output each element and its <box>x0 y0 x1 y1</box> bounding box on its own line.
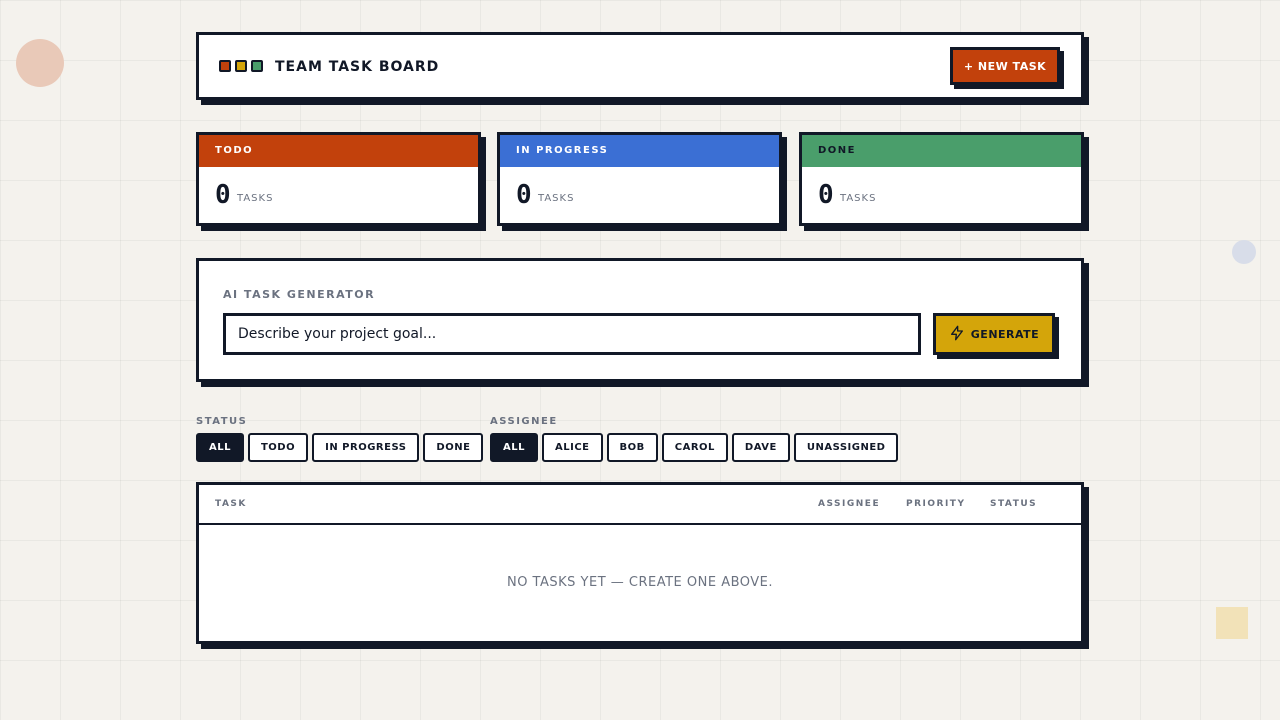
red-dot-icon <box>219 60 231 72</box>
window-dots <box>219 60 263 72</box>
column-header-priority[interactable]: PRIORITY <box>906 499 965 509</box>
status-filter-todo[interactable]: TODO <box>247 433 309 462</box>
decorative-circle <box>1232 240 1256 264</box>
generator-label: AI TASK GENERATOR <box>223 288 376 301</box>
project-goal-input[interactable] <box>223 313 921 355</box>
column-header-assignee[interactable]: ASSIGNEE <box>818 499 880 509</box>
stat-card-done: DONE 0 TASKS <box>799 132 1084 226</box>
assignee-filter-bob[interactable]: BOB <box>606 433 658 462</box>
column-header-status[interactable]: STATUS <box>990 499 1037 509</box>
stat-count: 0 <box>818 180 834 210</box>
stat-label: TODO <box>199 135 478 167</box>
empty-state-message: NO TASKS YET — CREATE ONE ABOVE. <box>506 575 774 590</box>
stat-unit: TASKS <box>538 193 575 204</box>
app-title: TEAM TASK BOARD <box>275 59 440 75</box>
status-filter: STATUS ALL TODO IN PROGRESS DONE <box>196 416 484 462</box>
stat-label: DONE <box>802 135 1081 167</box>
new-task-button[interactable]: + NEW TASK <box>950 47 1060 85</box>
generate-button-label: GENERATE <box>970 327 1040 341</box>
assignee-filter-all[interactable]: ALL <box>490 433 538 462</box>
status-filter-all[interactable]: ALL <box>196 433 244 462</box>
assignee-filter-carol[interactable]: CAROL <box>661 433 728 462</box>
column-header-task[interactable]: TASK <box>215 499 247 509</box>
assignee-filter-alice[interactable]: ALICE <box>541 433 603 462</box>
assignee-filter-label: ASSIGNEE <box>490 416 558 427</box>
ai-task-generator: AI TASK GENERATOR GENERATE <box>196 258 1084 382</box>
assignee-filter-unassigned[interactable]: UNASSIGNED <box>793 433 899 462</box>
generate-button[interactable]: GENERATE <box>933 313 1055 355</box>
stat-unit: TASKS <box>237 193 274 204</box>
assignee-filter-dave[interactable]: DAVE <box>731 433 790 462</box>
decorative-circle <box>16 39 64 87</box>
status-filter-label: STATUS <box>196 416 248 427</box>
green-dot-icon <box>251 60 263 72</box>
stat-unit: TASKS <box>840 193 877 204</box>
task-table: TASK ASSIGNEE PRIORITY STATUS NO TASKS Y… <box>196 482 1084 644</box>
stat-count: 0 <box>215 180 231 210</box>
stat-card-in-progress: IN PROGRESS 0 TASKS <box>497 132 782 226</box>
status-filter-in-progress[interactable]: IN PROGRESS <box>312 433 420 462</box>
table-header: TASK ASSIGNEE PRIORITY STATUS <box>199 485 1081 525</box>
decorative-square <box>1216 607 1248 639</box>
assignee-filter: ASSIGNEE ALL ALICE BOB CAROL DAVE UNASSI… <box>490 416 899 462</box>
yellow-dot-icon <box>235 60 247 72</box>
app-header: TEAM TASK BOARD + NEW TASK <box>196 32 1084 100</box>
status-filter-done[interactable]: DONE <box>423 433 484 462</box>
stat-card-todo: TODO 0 TASKS <box>196 132 481 226</box>
stat-label: IN PROGRESS <box>500 135 779 167</box>
stat-count: 0 <box>516 180 532 210</box>
lightning-bolt-icon <box>949 325 965 344</box>
